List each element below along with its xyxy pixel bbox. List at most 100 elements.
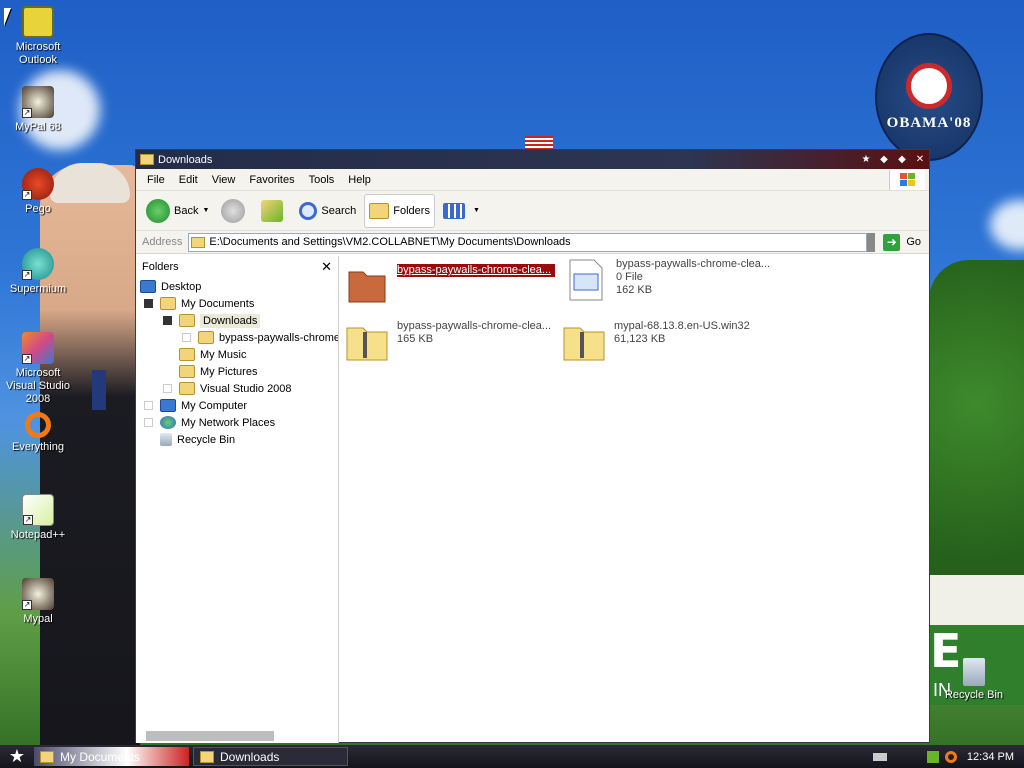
menu-view[interactable]: View (205, 174, 243, 186)
folders-pane-title: Folders (142, 261, 179, 273)
back-label: Back (174, 204, 199, 217)
up-button[interactable] (257, 194, 291, 228)
minimize-button[interactable]: ◆ (875, 152, 893, 167)
clock[interactable]: 12:34 PM (967, 751, 1014, 763)
desktop-icon-notepadpp[interactable]: ↗ Notepad++ (0, 494, 76, 542)
tree-item-my-music[interactable]: My Music (136, 346, 338, 363)
address-input[interactable]: E:\Documents and Settings\VM2.COLLABNET\… (188, 232, 868, 252)
folder-icon (140, 154, 154, 165)
obama-badge: OBAMA'08 (875, 33, 983, 161)
tree-item-my-documents[interactable]: My Documents (136, 295, 338, 312)
address-dropdown[interactable] (867, 232, 876, 252)
close-icon[interactable]: ✕ (321, 259, 332, 275)
computer-icon (160, 399, 176, 412)
tree-item-visual-studio[interactable]: Visual Studio 2008 (136, 380, 338, 397)
pin-icon[interactable]: ★ (857, 152, 875, 167)
file-list: bypass-paywalls-chrome-clea... bypass-pa… (343, 256, 929, 742)
taskbar-item-downloads[interactable]: Downloads (193, 747, 348, 766)
search-button[interactable]: Search (295, 194, 360, 228)
menu-tools[interactable]: Tools (302, 174, 342, 186)
desktop-icon-visual-studio[interactable]: ↗ Microsoft Visual Studio 2008 (0, 332, 76, 406)
tree-item-label: My Network Places (181, 416, 276, 429)
wallpaper-flag (525, 136, 553, 150)
file-size: 162 KB (616, 284, 653, 296)
wallpaper-trees (929, 260, 1024, 620)
recycle-bin-icon (963, 658, 985, 686)
folders-pane: Folders ✕ Desktop My Documents Downloads… (136, 256, 339, 743)
file-item-mypal-zip[interactable]: mypal-68.13.8.en-US.win32 61,123 KB (562, 320, 772, 364)
go-label: Go (906, 236, 921, 248)
obama-badge-text: OBAMA'08 (886, 114, 972, 131)
views-button[interactable]: ▼ (439, 194, 484, 228)
folder-icon (348, 271, 386, 303)
toolbar: Back ▼ Search Folders ▼ (136, 191, 929, 231)
file-item-bypass-folder[interactable]: bypass-paywalls-chrome-clea... (345, 264, 555, 308)
expand-toggle[interactable] (144, 299, 153, 308)
desktop-icon-mypal[interactable]: ↗ Mypal (0, 578, 76, 626)
desktop-icon-label: Microsoft Visual Studio 2008 (5, 367, 70, 405)
go-button[interactable]: ➜ Go (881, 233, 929, 251)
tree-item-downloads[interactable]: Downloads (136, 312, 338, 329)
window-title: Downloads (158, 153, 213, 166)
forward-arrow-icon (221, 198, 246, 223)
wallpaper-cloud (990, 200, 1024, 250)
menu-edit[interactable]: Edit (172, 174, 205, 186)
file-name: bypass-paywalls-chrome-clea... (616, 258, 771, 270)
tree-item-label: Recycle Bin (177, 433, 236, 446)
system-tray: 12:34 PM (872, 745, 1024, 768)
file-item-bypass-zip[interactable]: bypass-paywalls-chrome-clea... 165 KB (345, 320, 555, 364)
tree-item-label: Desktop (161, 280, 202, 293)
folder-icon (40, 750, 54, 763)
tree-item-bypass-folder[interactable]: bypass-paywalls-chrome- (136, 329, 338, 346)
chevron-down-icon[interactable]: ▼ (473, 207, 480, 214)
close-button[interactable]: ✕ (911, 152, 929, 167)
expand-toggle[interactable] (163, 316, 172, 325)
desktop-icon-label: Microsoft Outlook (15, 41, 61, 66)
desktop-icon-label: Notepad++ (10, 529, 66, 541)
desktop-icon-outlook[interactable]: Microsoft Outlook (0, 6, 76, 67)
wallpaper-house (930, 575, 1024, 625)
tree-item-label: My Music (200, 348, 247, 361)
file-name: bypass-paywalls-chrome-clea... (397, 264, 555, 277)
menu-favorites[interactable]: Favorites (242, 174, 301, 186)
folders-button[interactable]: Folders (364, 193, 435, 228)
maximize-button[interactable]: ◆ (893, 152, 911, 167)
supermium-icon: ↗ (22, 248, 54, 280)
expand-toggle[interactable] (163, 384, 172, 393)
windows-logo-icon (889, 170, 925, 190)
menu-file[interactable]: File (140, 174, 172, 186)
address-label: Address (142, 236, 183, 248)
start-button[interactable]: ★ (0, 745, 34, 768)
mypal-icon: ↗ (22, 578, 54, 610)
title-bar[interactable]: Downloads ★ ◆ ◆ ✕ (136, 150, 929, 169)
file-item-bypass-file[interactable]: bypass-paywalls-chrome-clea... 0 File 16… (564, 258, 774, 302)
zip-folder-icon (563, 327, 605, 361)
search-tray-icon[interactable] (944, 750, 957, 763)
forward-button[interactable] (217, 194, 253, 228)
desktop-icon-label: Mypal (23, 613, 53, 625)
desktop-icon-everything[interactable]: Everything (0, 412, 76, 454)
chevron-down-icon[interactable]: ▼ (202, 207, 209, 214)
keyboard-icon[interactable] (872, 752, 887, 761)
explorer-window[interactable]: Downloads ★ ◆ ◆ ✕ File Edit View Favorit… (135, 149, 930, 743)
file-size: 61,123 KB (614, 333, 666, 345)
network-tray-icon[interactable] (926, 750, 939, 763)
desktop-icon-pego[interactable]: ↗ Pego (0, 168, 76, 216)
back-button[interactable]: Back ▼ (142, 194, 213, 228)
folder-icon (200, 750, 214, 763)
tree-item-desktop[interactable]: Desktop (136, 278, 338, 295)
menu-help[interactable]: Help (341, 174, 378, 186)
expand-toggle[interactable] (144, 418, 153, 427)
tree-item-label: My Pictures (200, 365, 258, 378)
tree-item-my-pictures[interactable]: My Pictures (136, 363, 338, 380)
tree-item-network-places[interactable]: My Network Places (136, 414, 338, 431)
tree-item-label: My Computer (181, 399, 248, 412)
desktop-icon-mypal68[interactable]: ↗ MyPal 68 (0, 86, 76, 134)
desktop-icon-recycle-bin[interactable]: Recycle Bin (936, 658, 1012, 702)
tree-item-recycle-bin[interactable]: Recycle Bin (136, 431, 338, 448)
tree-item-my-computer[interactable]: My Computer (136, 397, 338, 414)
desktop-icon-supermium[interactable]: ↗ Supermium (0, 248, 76, 296)
taskbar-item-my-documents[interactable]: My Documents (34, 747, 189, 766)
horizontal-scrollbar[interactable] (146, 731, 274, 741)
expand-toggle[interactable] (144, 401, 153, 410)
